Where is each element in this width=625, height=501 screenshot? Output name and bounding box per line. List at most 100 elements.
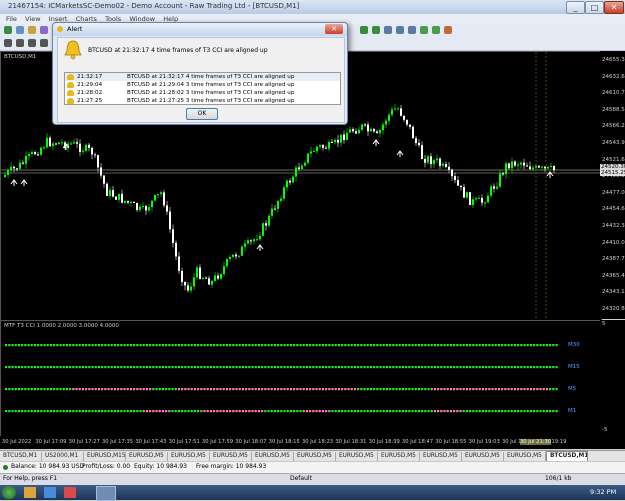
chart-tab[interactable]: EURUSD,M5 [462,452,504,461]
indicator-dot [72,344,75,347]
chart-tab[interactable]: EURUSD,M15 [84,452,126,461]
indicator-dot [62,410,65,413]
chart-tab[interactable]: EURUSD,M5 [294,452,336,461]
periods-icon[interactable] [432,26,440,34]
indicator-dot [277,366,280,369]
indicators-icon[interactable] [420,26,428,34]
candle-body [49,137,51,147]
templates-icon[interactable] [444,26,452,34]
indicator-dot [549,410,552,413]
indicator-dot [117,344,120,347]
start-button[interactable] [2,486,16,499]
indicator-dot [187,388,190,391]
indicator-dot [158,388,161,391]
autoscroll-icon[interactable] [408,26,416,34]
tile-windows-icon[interactable] [384,26,392,34]
chart-tab[interactable]: EURUSD,M5 [168,452,210,461]
candle-body [514,161,516,166]
alert-close-button[interactable]: ✕ [325,24,343,34]
alert-row[interactable]: 21:27:25 BTCUSD at 21:27:25 3 time frames… [65,97,340,104]
indicator-dot [264,344,267,347]
candle-body [223,266,225,275]
candle-body [172,229,174,243]
indicator-dot [408,366,411,369]
indicator-pane[interactable]: MTF T3 CCI 1.0000 2.0000 3.0000 4.0000 M… [0,320,602,438]
new-chart-icon[interactable] [4,26,12,34]
indicator-dot [75,366,78,369]
indicator-dot [443,388,446,391]
ok-button[interactable]: OK [186,108,218,120]
explorer-icon[interactable] [24,487,36,498]
indicator-dot [331,388,334,391]
chart-tab[interactable]: US2000,M1 [42,452,84,461]
candle-body [481,197,483,203]
zoom-in-icon[interactable] [360,26,368,34]
indicator-dot [193,344,196,347]
alert-row[interactable]: 21:29:04 BTCUSD at 21:29:04 3 time frames… [65,81,340,89]
metatrader-taskbar-icon[interactable] [96,486,116,501]
vertical-line-icon[interactable] [28,39,36,47]
menu-view[interactable]: View [25,15,40,23]
indicator-dot [206,366,209,369]
time-tick-label: 30 Jul 17:35 [102,439,134,445]
indicator-dot [145,388,148,391]
chart-tab[interactable]: EURUSD,M5 [126,452,168,461]
indicator-dot [507,410,510,413]
chart-tab[interactable]: EURUSD,M5 [378,452,420,461]
indicator-dot [174,366,177,369]
maximize-button[interactable]: □ [585,1,604,14]
indicator-dot [398,410,401,413]
indicator-dot [497,410,500,413]
alert-message: BTCUSD at 21:32:17 4 time frames of T3 C… [88,47,268,54]
current-price-tag: 24515.25 [600,170,625,176]
chart-tab[interactable]: EURUSD,M5 [252,452,294,461]
price-tick-label: 24655.30 [602,57,625,63]
chart-tab[interactable]: BTCUSD,M1 [0,452,42,461]
indicator-dot [232,366,235,369]
menu-file[interactable]: File [6,15,17,23]
indicator-dot [353,410,356,413]
indicator-dot [17,366,20,369]
zoom-out-icon[interactable] [372,26,380,34]
data-window-icon[interactable] [40,26,48,34]
chart-tab[interactable]: EURUSD,M5 [504,452,546,461]
close-button[interactable]: ✕ [604,1,624,14]
indicator-dot [21,410,24,413]
alert-row[interactable]: 21:32:17 BTCUSD at 21:32:17 4 time frames… [65,73,340,81]
candle-body [235,254,237,257]
candle-body [457,180,459,186]
chart-tab[interactable]: EURUSD,M5 [420,452,462,461]
indicator-dot [357,410,360,413]
chart-tab[interactable]: EURUSD,M5 [210,452,252,461]
indicator-dot [165,388,168,391]
market-watch-icon[interactable] [28,26,36,34]
cursor-icon[interactable] [4,39,12,47]
price-scale[interactable]: 24655.30 24632.65 24610.75 24588.55 24566.25… [600,51,625,319]
browser-icon[interactable] [44,487,56,498]
indicator-dot [251,344,254,347]
chart-shift-icon[interactable] [396,26,404,34]
indicator-dot [110,388,113,391]
indicator-dot [293,388,296,391]
price-tick-label: 24477.00 [602,189,625,196]
minimize-button[interactable]: _ [566,1,585,14]
candle-body [382,124,384,131]
crosshair-icon[interactable] [16,39,24,47]
app-icon[interactable] [64,487,76,498]
profiles-icon[interactable] [16,26,24,34]
indicator-dot [17,344,20,347]
candle-body [79,143,81,152]
indicator-dot [517,366,520,369]
indicator-dot [533,366,536,369]
indicator-dot [414,344,417,347]
horizontal-line-icon[interactable] [40,39,48,47]
chart-tab[interactable]: EURUSD,M5 [336,452,378,461]
candle-body [268,215,270,226]
indicator-dot [472,388,475,391]
indicator-dot [456,344,459,347]
candle-body [370,128,372,132]
indicator-dot [529,410,532,413]
alert-history-list[interactable]: 21:32:17 BTCUSD at 21:32:17 4 time frames… [64,72,341,105]
alert-row[interactable]: 21:28:02 BTCUSD at 21:28:02 3 time frames… [65,89,340,97]
indicator-dot [430,366,433,369]
